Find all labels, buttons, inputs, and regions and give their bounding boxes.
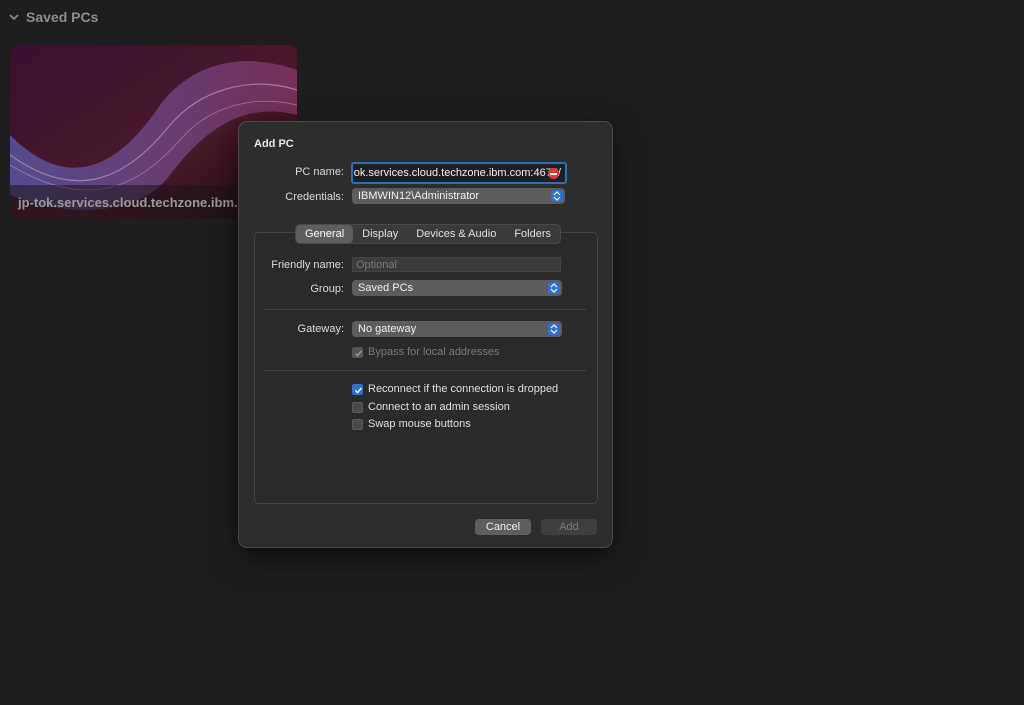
checkmark-icon [354, 350, 363, 357]
cancel-button[interactable]: Cancel [475, 519, 531, 535]
gateway-value: No gateway [358, 323, 417, 335]
group-label: Group: [310, 283, 344, 295]
pc-name-value: ok.services.cloud.techzone.ibm.com:4675/ [353, 167, 561, 179]
admin-session-checkbox-row[interactable]: Connect to an admin session [352, 401, 510, 413]
tab-devices-audio[interactable]: Devices & Audio [407, 225, 505, 243]
saved-pcs-header[interactable]: Saved PCs [8, 9, 98, 25]
tab-general[interactable]: General [296, 225, 354, 243]
chevron-down-icon[interactable] [8, 11, 20, 23]
group-popup[interactable]: Saved PCs [352, 280, 562, 296]
swap-mouse-checkbox[interactable] [352, 418, 363, 430]
group-value: Saved PCs [358, 282, 414, 294]
updown-arrows-icon [551, 190, 563, 202]
bypass-checkbox-row: Bypass for local addresses [352, 346, 499, 358]
credentials-popup[interactable]: IBMWIN12\Administrator [352, 188, 565, 204]
add-button[interactable]: Add [541, 519, 597, 535]
divider [264, 309, 586, 310]
add-pc-dialog: Add PC PC name: ok.services.cloud.techzo… [238, 121, 613, 548]
pc-name-input[interactable]: ok.services.cloud.techzone.ibm.com:4675/ [351, 162, 567, 184]
admin-session-checkbox[interactable] [352, 401, 363, 413]
updown-arrows-icon [548, 323, 560, 335]
tab-content-box [254, 232, 598, 504]
checkmark-icon [354, 387, 363, 394]
dialog-title: Add PC [254, 138, 294, 150]
gateway-popup[interactable]: No gateway [352, 321, 562, 337]
bypass-checkbox [352, 346, 363, 358]
error-icon [548, 168, 559, 179]
friendly-name-input[interactable]: Optional [352, 257, 561, 272]
tab-folders[interactable]: Folders [505, 225, 560, 243]
pc-tile-label: jp-tok.services.cloud.techzone.ibm.co [18, 195, 253, 210]
swap-mouse-label: Swap mouse buttons [368, 418, 471, 430]
divider [264, 370, 586, 371]
updown-arrows-icon [548, 282, 560, 294]
admin-session-label: Connect to an admin session [368, 401, 510, 413]
tab-display[interactable]: Display [353, 225, 407, 243]
credentials-value: IBMWIN12\Administrator [358, 190, 480, 202]
tab-bar: General Display Devices & Audio Folders [295, 224, 562, 244]
reconnect-checkbox[interactable] [352, 383, 363, 395]
group-title: Saved PCs [26, 9, 99, 25]
pc-name-label: PC name: [295, 166, 344, 178]
reconnect-label: Reconnect if the connection is dropped [368, 383, 559, 395]
gateway-label: Gateway: [297, 323, 344, 335]
credentials-label: Credentials: [285, 191, 344, 203]
friendly-name-label: Friendly name: [271, 259, 344, 271]
swap-mouse-checkbox-row[interactable]: Swap mouse buttons [352, 418, 471, 430]
bypass-label: Bypass for local addresses [368, 346, 500, 358]
reconnect-checkbox-row[interactable]: Reconnect if the connection is dropped [352, 383, 558, 395]
